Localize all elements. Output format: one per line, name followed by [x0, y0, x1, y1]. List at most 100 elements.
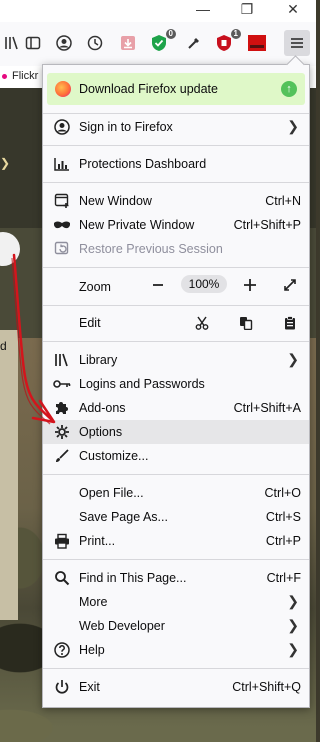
shortcut-label: Ctrl+P — [265, 534, 301, 548]
separator — [43, 559, 309, 560]
library-icon[interactable] — [0, 32, 22, 54]
shortcut-label: Ctrl+N — [265, 194, 301, 208]
menu-item-exit[interactable]: Exit Ctrl+Shift+Q — [43, 675, 309, 699]
library-icon — [53, 352, 71, 368]
red-extension-icon[interactable] — [246, 32, 268, 54]
shortcut-label: Ctrl+Shift+Q — [232, 680, 301, 694]
flickr-icon — [2, 74, 7, 79]
page-chevron-icon: ❯ — [0, 156, 11, 170]
help-icon — [53, 642, 71, 658]
shortcut-label: Ctrl+F — [266, 571, 301, 585]
menu-item-label: New Window — [79, 194, 152, 208]
menu-item-new-window[interactable]: New Window Ctrl+N — [43, 189, 309, 213]
menu-item-more[interactable]: More ❯ — [43, 590, 309, 614]
private-mask-icon — [53, 217, 71, 233]
menu-item-help[interactable]: Help ❯ — [43, 638, 309, 662]
menu-item-open-file[interactable]: Open File... Ctrl+O — [43, 481, 309, 505]
menu-item-web-developer[interactable]: Web Developer ❯ — [43, 614, 309, 638]
zoom-in-button[interactable] — [239, 274, 261, 296]
hamburger-icon — [291, 38, 303, 48]
separator — [43, 267, 309, 268]
menu-item-label: Logins and Passwords — [79, 377, 205, 391]
ublock-badge: 1 — [230, 29, 241, 39]
separator — [43, 474, 309, 475]
menu-item-save-page[interactable]: Save Page As... Ctrl+S — [43, 505, 309, 529]
separator — [43, 145, 309, 146]
menu-item-label: Open File... — [79, 486, 144, 500]
history-icon[interactable] — [84, 32, 106, 54]
menu-item-label: Library — [79, 353, 118, 367]
separator — [43, 182, 309, 183]
menu-item-label: Save Page As... — [79, 510, 168, 524]
update-banner-label: Download Firefox update — [79, 82, 218, 96]
new-window-icon — [53, 193, 71, 209]
sidebar-icon[interactable] — [22, 32, 44, 54]
menu-item-logins[interactable]: Logins and Passwords — [43, 372, 309, 396]
firefox-logo-icon — [55, 81, 71, 97]
chevron-right-icon: ❯ — [287, 118, 299, 134]
shortcut-label: Ctrl+Shift+P — [233, 218, 301, 232]
power-icon — [53, 679, 71, 695]
fullscreen-button[interactable] — [279, 274, 301, 296]
navigation-toolbar: 0 1 — [0, 22, 316, 67]
page-side-panel — [0, 330, 18, 620]
menu-item-label: Find in This Page... — [79, 571, 187, 585]
zoom-out-button[interactable] — [147, 274, 169, 296]
menu-item-options[interactable]: Options — [43, 420, 309, 444]
menu-item-label: More — [79, 595, 108, 609]
downloads-icon[interactable] — [117, 32, 139, 54]
menu-item-label: Customize... — [79, 449, 149, 463]
shortcut-label: Ctrl+S — [265, 510, 301, 524]
printer-icon — [53, 533, 71, 549]
menu-item-new-private-window[interactable]: New Private Window Ctrl+Shift+P — [43, 213, 309, 237]
update-arrow-icon: ↑ — [281, 81, 297, 97]
paintbrush-icon — [53, 448, 71, 464]
restore-button[interactable]: ❐ — [224, 0, 270, 18]
bar-chart-icon — [53, 156, 71, 172]
menu-item-label: Options — [79, 425, 123, 439]
app-menu-panel: Download Firefox update ↑ Sign in to Fir… — [42, 64, 310, 708]
menu-item-protections[interactable]: Protections Dashboard — [43, 152, 309, 176]
edit-label: Edit — [79, 316, 101, 330]
shortcut-label: Ctrl+O — [264, 486, 301, 500]
paste-button[interactable] — [279, 312, 301, 334]
copy-button[interactable] — [235, 312, 257, 334]
zoom-label: Zoom — [79, 280, 111, 294]
ublock-icon[interactable]: 1 — [213, 29, 241, 54]
menu-item-label: Restore Previous Session — [79, 242, 223, 256]
open-menu-button[interactable] — [284, 30, 310, 56]
menu-item-print[interactable]: Print... Ctrl+P — [43, 529, 309, 553]
menu-item-find[interactable]: Find in This Page... Ctrl+F — [43, 566, 309, 590]
menu-item-customize[interactable]: Customize... — [43, 444, 309, 468]
cut-button[interactable] — [191, 312, 213, 334]
chevron-right-icon: ❯ — [287, 641, 299, 657]
separator — [43, 341, 309, 342]
chevron-right-icon: ❯ — [287, 593, 299, 609]
eyedropper-icon[interactable] — [183, 32, 205, 54]
menu-item-sign-in[interactable]: Sign in to Firefox ❯ — [43, 115, 309, 139]
chevron-right-icon: ❯ — [287, 351, 299, 367]
separator — [43, 113, 309, 114]
menu-item-addons[interactable]: Add-ons Ctrl+Shift+A — [43, 396, 309, 420]
page-side-label: d — [0, 339, 7, 353]
chevron-right-icon: ❯ — [287, 617, 299, 633]
zoom-reset-button[interactable]: 100% — [181, 275, 227, 293]
update-banner[interactable]: Download Firefox update ↑ — [47, 73, 305, 105]
bookmark-flickr[interactable]: Flickr — [12, 70, 38, 82]
account-icon[interactable] — [53, 32, 75, 54]
menu-item-label: Sign in to Firefox — [79, 120, 173, 134]
shortcut-label: Ctrl+Shift+A — [233, 401, 301, 415]
menu-item-restore-session[interactable]: Restore Previous Session — [43, 237, 309, 261]
menu-item-label: Help — [79, 643, 105, 657]
menu-item-library[interactable]: Library ❯ — [43, 348, 309, 372]
menu-edit-row: Edit — [43, 311, 309, 335]
close-button[interactable]: ✕ — [270, 0, 316, 18]
title-bar: — ❐ ✕ — [0, 0, 316, 22]
menu-item-label: Exit — [79, 680, 100, 694]
puzzle-piece-icon — [53, 400, 71, 416]
key-icon — [53, 376, 71, 392]
separator — [43, 305, 309, 306]
minimize-button[interactable]: — — [180, 0, 226, 18]
gear-icon — [53, 424, 71, 440]
privacy-badger-shield-icon[interactable]: 0 — [148, 29, 176, 54]
